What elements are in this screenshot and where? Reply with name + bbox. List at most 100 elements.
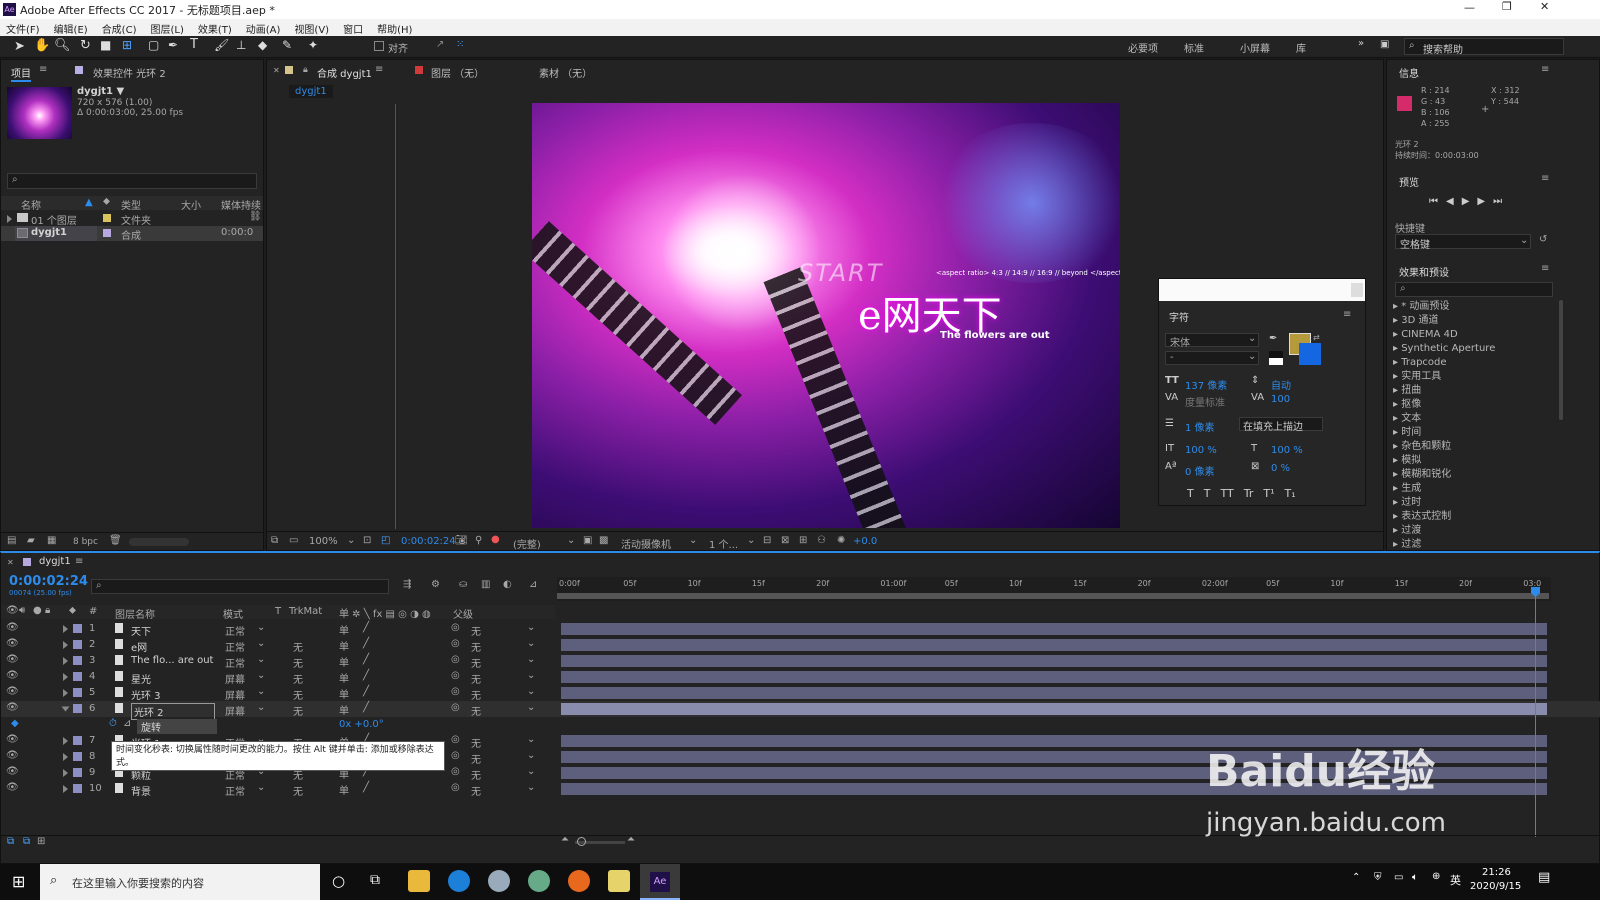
- new-folder-icon[interactable]: ▰: [27, 535, 35, 546]
- expand-arrow-icon[interactable]: [63, 785, 68, 793]
- last-frame-icon[interactable]: ⏭: [1493, 196, 1510, 207]
- notes-app-icon[interactable]: [608, 870, 630, 892]
- layer-duration-bar[interactable]: [561, 623, 1547, 635]
- minimize-button[interactable]: —: [1464, 1, 1475, 14]
- new-comp-icon[interactable]: ▦: [47, 535, 56, 546]
- label-color[interactable]: [73, 624, 82, 633]
- menu-item[interactable]: 窗口: [343, 21, 363, 36]
- menu-item[interactable]: 视图(V): [294, 21, 329, 36]
- expand-arrow-icon[interactable]: ▸: [1393, 357, 1401, 368]
- close-button[interactable]: ✕: [1540, 0, 1549, 13]
- exposure-value[interactable]: +0.0: [853, 536, 877, 547]
- close-tab-icon[interactable]: ✕: [273, 66, 280, 75]
- expand-arrow-icon[interactable]: [61, 706, 70, 712]
- kerning-value[interactable]: 度量标准: [1185, 394, 1225, 409]
- expand-arrow-icon[interactable]: ▸: [1393, 469, 1401, 480]
- layer-mode[interactable]: 屏幕: [225, 671, 245, 686]
- layer-duration-bar[interactable]: [561, 639, 1547, 651]
- layer-mode[interactable]: 屏幕: [225, 703, 245, 718]
- effects-category[interactable]: ▸ 生成: [1393, 482, 1553, 496]
- effects-category[interactable]: ▸ 时间: [1393, 426, 1553, 440]
- hand-tool-icon[interactable]: ✋: [34, 38, 50, 53]
- label-color[interactable]: [73, 704, 82, 713]
- quality-switch-icon[interactable]: ╱: [363, 622, 369, 633]
- eye-icon[interactable]: 👁︎: [6, 654, 19, 665]
- keyframe-nav-icon[interactable]: ◆: [11, 718, 19, 729]
- expand-arrow-icon[interactable]: ▸: [1393, 301, 1401, 312]
- layer-parent[interactable]: 无: [471, 703, 481, 718]
- tray-date[interactable]: 2020/9/15: [1470, 881, 1521, 892]
- motion-blur-icon[interactable]: ◐: [503, 579, 512, 590]
- project-search-input[interactable]: ⌕: [7, 173, 257, 189]
- text-style-button[interactable]: TT: [1220, 487, 1233, 500]
- expand-arrow-icon[interactable]: [63, 641, 68, 649]
- timeline-layer-row[interactable]: 👁︎ 1 天下 正常 ⌄ 单 ╱ ◎ 无 ⌄: [1, 621, 1600, 638]
- layer-trkmat[interactable]: 无: [293, 639, 303, 654]
- eye-icon[interactable]: 👁︎: [6, 750, 19, 761]
- text-style-button[interactable]: T¹: [1263, 487, 1274, 500]
- timeline-tab[interactable]: dygjt1: [39, 556, 71, 567]
- tray-up-arrow-icon[interactable]: ⌃: [1352, 872, 1360, 883]
- layer-trkmat[interactable]: 无: [293, 783, 303, 798]
- black-white-swatch[interactable]: [1269, 351, 1283, 365]
- effects-category[interactable]: ▸ 表达式控制: [1393, 510, 1553, 524]
- layer-duration-bar[interactable]: [561, 655, 1547, 667]
- stroke-color-swatch[interactable]: [1299, 343, 1321, 365]
- layer-parent[interactable]: 无: [471, 735, 481, 750]
- leading-value[interactable]: 自动: [1271, 377, 1291, 392]
- layer-parent[interactable]: 无: [471, 751, 481, 766]
- time-ruler[interactable]: 0:00f 05f 10f 15f 20f 01:00f 05f 10f 15f 20f 02:00…: [557, 577, 1551, 601]
- maximize-button[interactable]: ❐: [1502, 0, 1512, 13]
- parent-pickwhip-icon[interactable]: ◎: [451, 686, 460, 697]
- puppet-tool-icon[interactable]: ✦: [308, 38, 318, 52]
- previous-frame-icon[interactable]: ◀: [1446, 196, 1462, 207]
- column-duration[interactable]: 媒体持续: [221, 197, 261, 212]
- parent-pickwhip-icon[interactable]: ◎: [451, 702, 460, 713]
- timeline-layer-row[interactable]: 👁︎ 5 光环 3 屏幕 ⌄ 无 单 ╱ ◎ 无 ⌄: [1, 685, 1600, 702]
- layer-parent[interactable]: 无: [471, 639, 481, 654]
- graph-icon[interactable]: ⊿: [123, 718, 131, 729]
- expand-arrow-icon[interactable]: ▸: [1393, 343, 1401, 354]
- label-color[interactable]: [73, 736, 82, 745]
- fast-preview-icon[interactable]: ⊠: [781, 535, 789, 546]
- tray-language-icon[interactable]: ⊕: [1432, 871, 1440, 882]
- column-size[interactable]: 大小: [181, 197, 201, 212]
- effects-category[interactable]: ▸ 过渡: [1393, 524, 1553, 538]
- workspace-tab[interactable]: 必要项: [1128, 40, 1158, 55]
- close-tab-icon[interactable]: ✕: [7, 558, 14, 567]
- zoom-select[interactable]: 100%: [309, 536, 338, 547]
- workspace-tab[interactable]: 小屏幕: [1240, 40, 1270, 55]
- tray-network-icon[interactable]: ⛨: [1374, 872, 1382, 883]
- rotate-tool-icon[interactable]: ↻: [80, 38, 91, 53]
- zoom-tool-icon[interactable]: 🔍︎: [54, 38, 71, 53]
- camera-select[interactable]: 活动摄像机: [621, 536, 671, 551]
- layer-search-input[interactable]: ⌕: [91, 579, 389, 594]
- layer-mode[interactable]: 正常: [225, 783, 245, 798]
- expand-arrow-icon[interactable]: ▸: [1393, 497, 1401, 508]
- shortcut-select[interactable]: 空格键 ⌄: [1395, 234, 1531, 251]
- label-color[interactable]: [73, 784, 82, 793]
- parent-pickwhip-icon[interactable]: ◎: [451, 670, 460, 681]
- safe-margins-icon[interactable]: ⊡: [363, 535, 371, 546]
- effects-category[interactable]: ▸ 过滤: [1393, 538, 1553, 552]
- comp-navigator-tab[interactable]: dygjt1: [289, 85, 333, 98]
- tab-effect-controls[interactable]: 效果控件 光环 2: [93, 65, 166, 80]
- layer-mode[interactable]: 正常: [225, 655, 245, 670]
- current-time[interactable]: 0:00:02:24: [401, 536, 456, 547]
- panel-menu-icon[interactable]: ≡: [1541, 263, 1549, 274]
- expand-arrow-icon[interactable]: ▸: [1393, 385, 1401, 396]
- play-icon[interactable]: ▶: [1462, 196, 1478, 207]
- shy-switch-icon[interactable]: 单: [339, 638, 349, 653]
- quality-switch-icon[interactable]: ╱: [363, 654, 369, 665]
- layer-trkmat[interactable]: 无: [293, 671, 303, 686]
- swap-colors-icon[interactable]: ⇄: [1313, 333, 1320, 342]
- cortana-icon[interactable]: ○: [332, 872, 345, 890]
- composition-canvas[interactable]: START <aspect ratio> 4:3 // 14:9 // 16:9…: [532, 103, 1120, 528]
- label-color[interactable]: [73, 640, 82, 649]
- toggle-modes-icon[interactable]: ⧉: [23, 836, 30, 847]
- font-style-select[interactable]: - ⌄: [1165, 351, 1259, 365]
- effects-category[interactable]: ▸ Synthetic Aperture: [1393, 342, 1553, 356]
- taskbar-search-box[interactable]: ⌕ 在这里输入你要搜索的内容: [40, 864, 320, 900]
- toggle-switches-icon[interactable]: ⧉: [7, 836, 14, 847]
- first-frame-icon[interactable]: ⏮: [1429, 196, 1446, 207]
